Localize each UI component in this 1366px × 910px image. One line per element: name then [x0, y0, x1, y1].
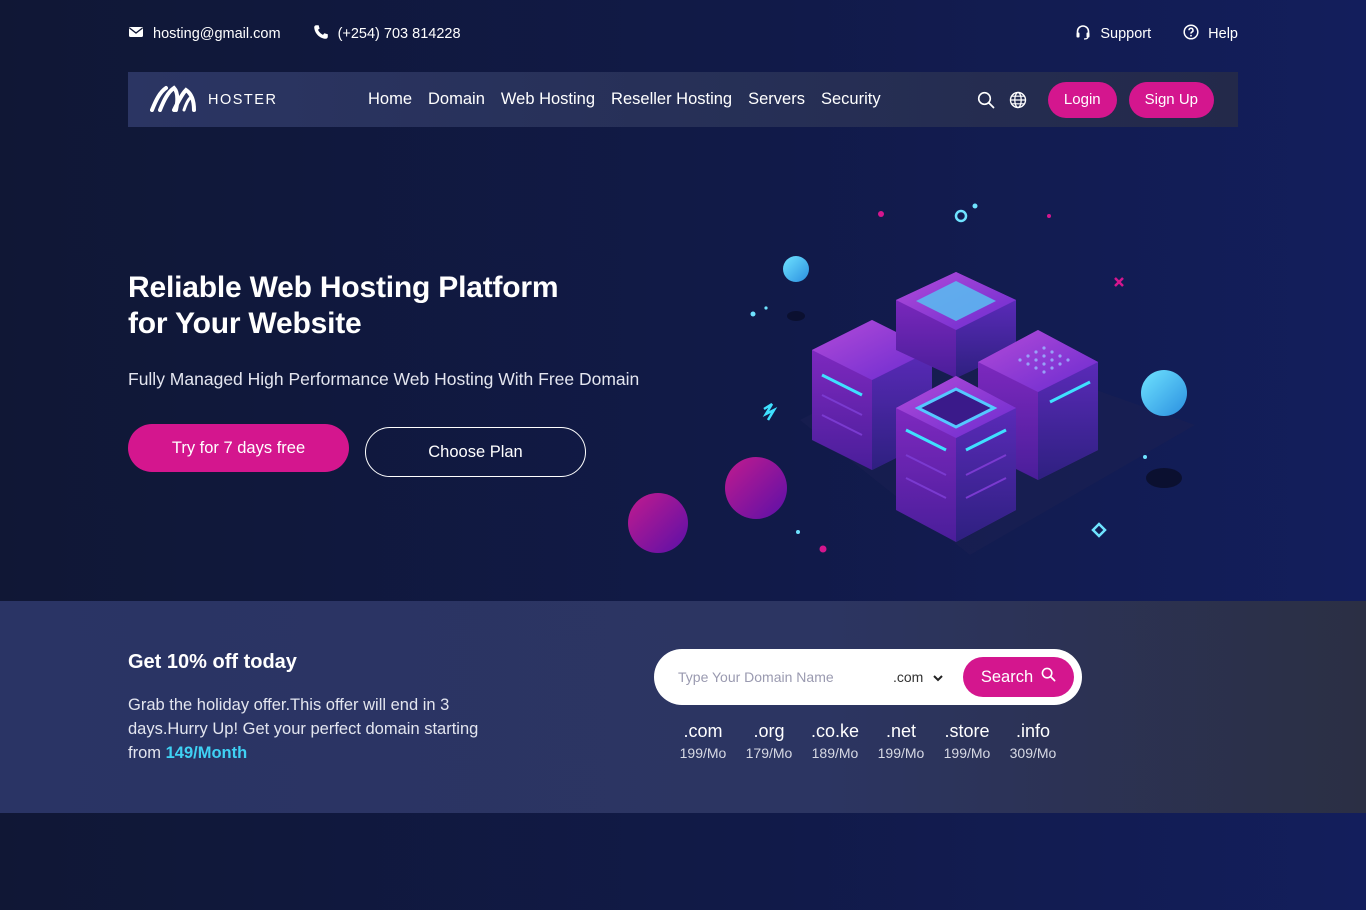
contact-group: hosting@gmail.com (+254) 703 814228 [128, 24, 461, 44]
tld-price: 199/Mo [877, 745, 925, 761]
decor-sphere [1141, 370, 1187, 416]
top-contact-bar: hosting@gmail.com (+254) 703 814228 Supp… [128, 20, 1238, 48]
signup-button[interactable]: Sign Up [1128, 81, 1214, 118]
tld-price-item[interactable]: .net 199/Mo [868, 721, 934, 761]
free-trial-button[interactable]: Try for 7 days free [128, 424, 349, 472]
offer-price-highlight: 149/Month [165, 744, 248, 762]
hero-title: Reliable Web Hosting Platform for Your W… [128, 270, 648, 342]
support-link[interactable]: Support [1075, 24, 1151, 44]
hero-title-line-2: for Your Website [128, 307, 362, 340]
tld-extension: .store [944, 721, 990, 741]
tld-price-item[interactable]: .co.ke 189/Mo [802, 721, 868, 761]
logo-mark-icon [150, 82, 198, 117]
main-navbar: HOSTER Home Domain Web Hosting Reseller … [128, 72, 1238, 127]
hero-title-line-1: Reliable Web Hosting Platform [128, 271, 559, 304]
logo-text: HOSTER [208, 91, 278, 108]
tld-price: 309/Mo [1009, 745, 1057, 761]
tld-extension: .net [885, 721, 917, 741]
help-group: Support Help [1075, 24, 1238, 44]
server-tower-front [896, 376, 1016, 542]
mail-icon [128, 24, 144, 44]
tld-price-item[interactable]: .com 199/Mo [670, 721, 736, 761]
tld-selected-value: .com [893, 669, 924, 685]
decor-sphere [628, 493, 688, 553]
search-icon[interactable] [976, 90, 996, 110]
decor-sphere [783, 256, 809, 282]
nav-actions: Login Sign Up [976, 81, 1214, 118]
tld-price: 199/Mo [943, 745, 991, 761]
nav-link-reseller-hosting[interactable]: Reseller Hosting [611, 90, 732, 109]
login-button[interactable]: Login [1047, 81, 1117, 118]
search-icon [1041, 667, 1056, 687]
domain-search-box: .com Search [654, 649, 1082, 705]
nav-link-security[interactable]: Security [821, 90, 881, 109]
email-text: hosting@gmail.com [153, 26, 281, 42]
offer-text: Grab the holiday offer.This offer will e… [128, 693, 508, 765]
tld-dropdown[interactable]: .com [893, 669, 944, 685]
domain-search-input[interactable] [678, 669, 878, 685]
logo[interactable]: HOSTER [150, 82, 368, 117]
nav-link-home[interactable]: Home [368, 90, 412, 109]
nav-link-domain[interactable]: Domain [428, 90, 485, 109]
tld-price-list: .com 199/Mo .org 179/Mo .co.ke 189/Mo .net 1… [670, 721, 1066, 761]
offer-section: Get 10% off today Grab the holiday offer… [0, 601, 1366, 813]
choose-plan-button[interactable]: Choose Plan [365, 427, 586, 477]
chevron-down-icon [933, 669, 944, 685]
tld-price: 199/Mo [679, 745, 727, 761]
tld-extension: .com [683, 721, 723, 741]
tld-price: 179/Mo [745, 745, 793, 761]
hero-subtitle: Fully Managed High Performance Web Hosti… [128, 369, 640, 389]
tld-extension: .org [753, 721, 785, 741]
tld-price-item[interactable]: .store 199/Mo [934, 721, 1000, 761]
email-link[interactable]: hosting@gmail.com [128, 24, 281, 44]
decor-sphere [725, 457, 787, 519]
phone-link[interactable]: (+254) 703 814228 [313, 24, 461, 44]
tld-extension: .co.ke [810, 721, 860, 741]
phone-text: (+254) 703 814228 [337, 26, 461, 42]
question-circle-icon [1183, 24, 1199, 44]
tld-price: 189/Mo [811, 745, 859, 761]
help-link[interactable]: Help [1183, 24, 1238, 44]
nav-link-servers[interactable]: Servers [748, 90, 805, 109]
nav-link-web-hosting[interactable]: Web Hosting [501, 90, 595, 109]
server-stack-illustration [628, 203, 1195, 555]
search-button-label: Search [980, 667, 1034, 686]
globe-icon[interactable] [1008, 90, 1028, 110]
tld-extension: .info [1015, 721, 1051, 741]
support-label: Support [1100, 26, 1152, 42]
tld-price-item[interactable]: .info 309/Mo [1000, 721, 1066, 761]
headset-icon [1075, 24, 1091, 44]
domain-search-button[interactable]: Search [963, 657, 1074, 697]
nav-links: Home Domain Web Hosting Reseller Hosting… [368, 90, 881, 109]
phone-icon [313, 24, 329, 44]
help-label: Help [1208, 26, 1238, 42]
offer-title: Get 10% off today [128, 651, 297, 673]
tld-price-item[interactable]: .org 179/Mo [736, 721, 802, 761]
